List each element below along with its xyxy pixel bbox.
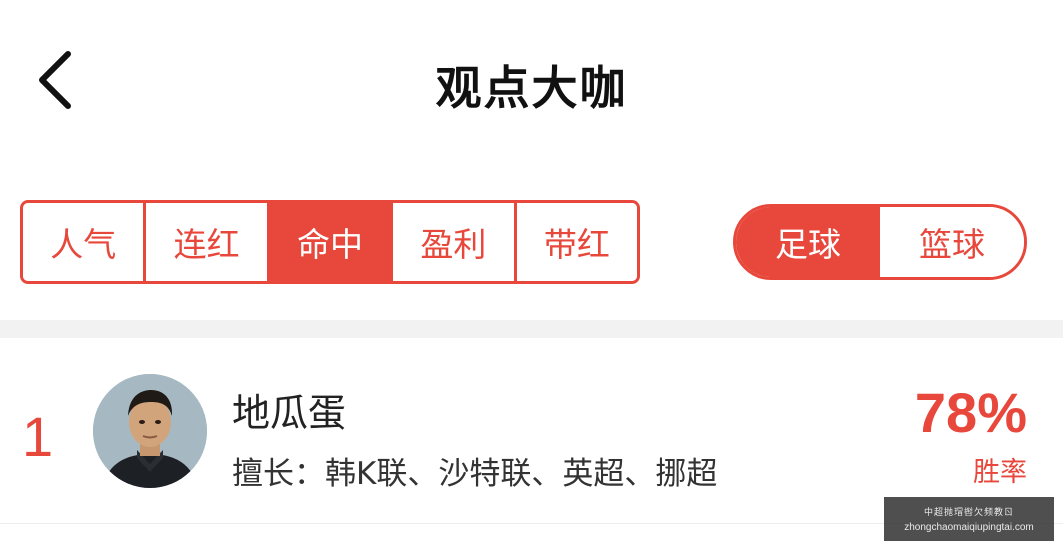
tab-profit[interactable]: 盈利 (390, 203, 514, 281)
expert-name: 地瓜蛋 (232, 391, 347, 435)
tab-lead-streak[interactable]: 带红 (513, 203, 637, 281)
expert-specialty: 擅长：韩K联、沙特联、英超、挪超 (232, 456, 718, 492)
watermark-title: 中超抛瑁辔欠频教ㄖ (923, 508, 1014, 518)
tab-football[interactable]: 足球 (736, 207, 880, 277)
page: 观点大咖 人气 连红 命中 盈利 带红 足球 篮球 1 地瓜蛋 擅长：韩K联、沙… (0, 0, 1063, 552)
rank-number: 1 (22, 405, 54, 468)
tab-popularity[interactable]: 人气 (23, 203, 144, 281)
tab-hit-rate[interactable]: 命中 (266, 203, 391, 281)
win-rate-value: 78% (914, 381, 1027, 444)
section-divider (0, 320, 1063, 338)
avatar[interactable] (93, 374, 207, 488)
sport-toggle: 足球 篮球 (733, 204, 1027, 280)
page-title: 观点大咖 (435, 61, 628, 115)
rank-tabs: 人气 连红 命中 盈利 带红 (20, 200, 640, 284)
tab-basketball[interactable]: 篮球 (880, 207, 1024, 277)
win-rate-label: 胜率 (973, 457, 1027, 488)
watermark-url: zhongchaomaiqiupingtai.com (904, 522, 1034, 533)
tab-win-streak[interactable]: 连红 (143, 203, 267, 281)
watermark: 中超抛瑁辔欠频教ㄖ zhongchaomaiqiupingtai.com (884, 497, 1054, 541)
